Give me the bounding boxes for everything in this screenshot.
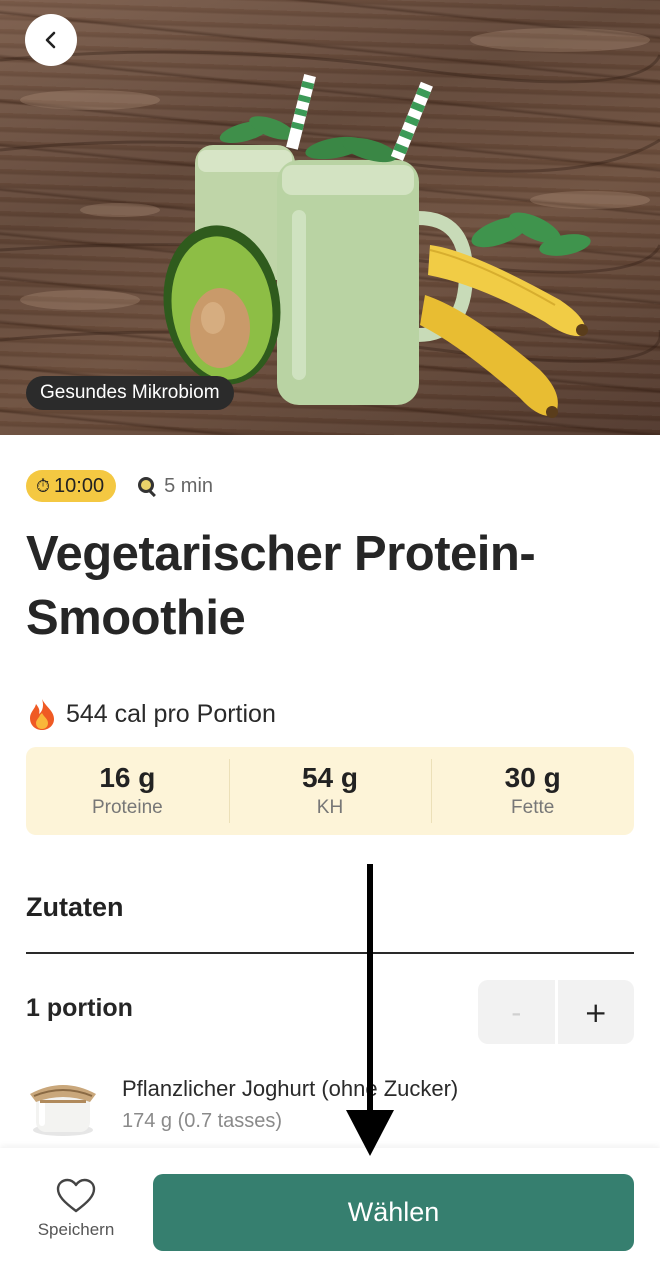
timer-value: 10:00 (54, 474, 105, 497)
fire-icon (30, 699, 54, 730)
macro-value: 54 g (301, 762, 359, 793)
calories-text: 544 cal pro Portion (66, 699, 276, 728)
macro-value: 30 g (504, 762, 561, 793)
heart-icon (56, 1178, 96, 1213)
ingredient-text: Pflanzlicher Joghurt (ohne Zucker) 174 g… (122, 1075, 458, 1135)
smoothie-photo (0, 28, 660, 418)
cook-time: 5 min (136, 475, 213, 498)
cook-time-value: 5 min (164, 474, 214, 497)
ingredient-item[interactable]: Pflanzlicher Joghurt (ohne Zucker) 174 g… (26, 1072, 458, 1138)
yogurt-jar-icon (30, 1085, 96, 1136)
bottom-action-bar: Speichern Wählen (0, 1148, 660, 1280)
frying-pan-icon (138, 477, 157, 497)
ingredient-amount: 174 g (0.7 tasses) (122, 1110, 283, 1132)
macro-label: Fette (511, 797, 555, 818)
macro-fat: 30 g Fette (431, 747, 634, 835)
decrease-portion-button[interactable]: - (478, 980, 555, 1044)
portion-label: 1 portion (26, 994, 133, 1022)
save-button[interactable]: Speichern (26, 1178, 126, 1240)
save-label: Speichern (37, 1220, 115, 1239)
back-button[interactable] (25, 14, 77, 66)
ingredients-heading: Zutaten (26, 892, 124, 922)
timer-badge: ⏱ 10:00 (26, 470, 117, 502)
chevron-left-icon (45, 31, 56, 49)
macro-carbs: 54 g KH (228, 747, 432, 835)
macro-label: KH (316, 797, 344, 818)
stopwatch-icon: ⏱ (36, 475, 51, 496)
calories-row: 544 cal pro Portion (26, 697, 276, 731)
section-divider (26, 952, 634, 954)
choose-button[interactable]: Wählen (153, 1174, 634, 1251)
macro-protein: 16 g Proteine (26, 747, 229, 835)
increase-portion-button[interactable]: + (557, 980, 634, 1044)
macro-label: Proteine (91, 797, 163, 818)
ingredient-name: Pflanzlicher Joghurt (ohne Zucker) (122, 1076, 459, 1101)
category-tag: Gesundes Mikrobiom (26, 376, 234, 410)
recipe-title: Vegetarischer Protein-Smoothie (26, 527, 536, 645)
portion-stepper: - + (478, 980, 634, 1044)
recipe-meta-row: ⏱ 10:00 5 min (26, 470, 213, 502)
macros-panel: 16 g Proteine 54 g KH 30 g Fette (26, 747, 634, 835)
macro-value: 16 g (99, 762, 156, 793)
recipe-hero-image: Gesundes Mikrobiom (0, 0, 660, 435)
